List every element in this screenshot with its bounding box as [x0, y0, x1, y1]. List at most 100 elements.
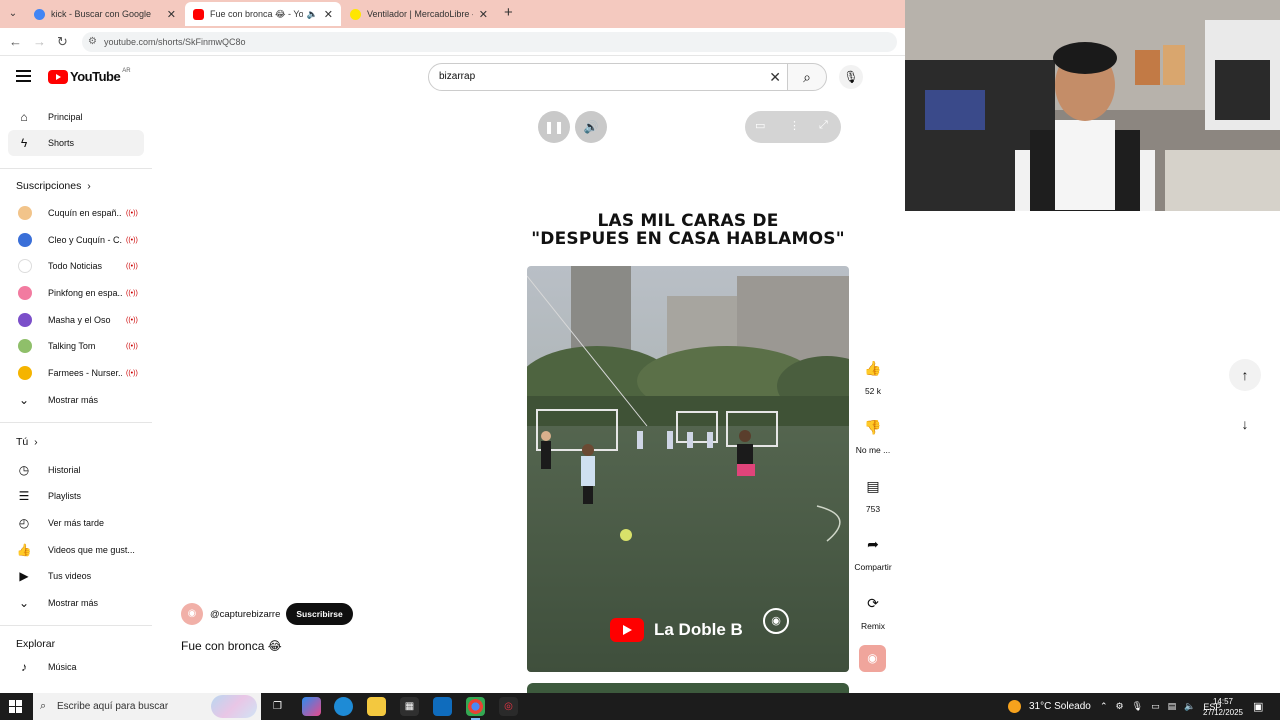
- subscription-item[interactable]: Talking Tom ((•)): [8, 333, 144, 359]
- subscription-label: Cleo y Cuquín - C...: [48, 235, 122, 245]
- store-icon[interactable]: ▦: [400, 697, 419, 716]
- tray-app-icon[interactable]: ⚙: [1116, 701, 1124, 712]
- edge-icon[interactable]: [334, 697, 353, 716]
- sidebar-item-your-videos[interactable]: ▶ Tus videos: [8, 563, 144, 589]
- next-short-button[interactable]: ↓: [1229, 408, 1261, 440]
- sidebar-item-liked[interactable]: 👍 Videos que me gust...: [8, 537, 144, 563]
- tab-title: Ventilador | MercadoLibre 😂: [367, 8, 473, 19]
- back-icon[interactable]: ←: [9, 34, 22, 49]
- copilot-icon[interactable]: [302, 697, 321, 716]
- url-text: youtube.com/shorts/SkFinmwQC8o: [104, 37, 246, 47]
- subscription-item[interactable]: Cleo y Cuquín - C... ((•)): [8, 227, 144, 253]
- dislike-action[interactable]: 👎 No me ...: [851, 413, 895, 455]
- subscription-item[interactable]: Cuquín en españ... ((•)): [8, 200, 144, 226]
- chrome-icon[interactable]: [466, 697, 485, 720]
- volume-icon[interactable]: 🔈: [1184, 701, 1195, 712]
- mail-icon[interactable]: [433, 697, 452, 716]
- comment-count: 753: [865, 504, 881, 514]
- search-button[interactable]: ⌕: [787, 63, 827, 91]
- share-icon: ➦: [867, 536, 879, 552]
- microphone-icon[interactable]: 🎙: [1132, 701, 1143, 712]
- channel-avatar[interactable]: ◉: [181, 603, 203, 625]
- sidebar-item-watch-later[interactable]: ◴ Ver más tarde: [8, 510, 144, 536]
- tab-title: Fue con bronca 😂 - YouTu: [210, 8, 303, 19]
- subscribe-button[interactable]: Suscribirse: [286, 603, 353, 625]
- liked-icon: 👍: [16, 543, 32, 557]
- tray-chevron-up-icon[interactable]: ⌃: [1100, 701, 1108, 712]
- you-show-more[interactable]: ⌄ Mostrar más: [8, 590, 144, 616]
- channel-handle[interactable]: @capturebizarre: [210, 609, 280, 620]
- previous-short-button[interactable]: ↑: [1229, 359, 1261, 391]
- search-input[interactable]: bizarrap ✕: [428, 63, 788, 91]
- live-icon: ((•)): [126, 262, 138, 270]
- sun-icon: [1008, 700, 1021, 713]
- volume-button[interactable]: 🔊: [575, 111, 607, 143]
- captions-icon[interactable]: ▭: [755, 119, 765, 132]
- subscription-item[interactable]: Farmees - Nurser... ((•)): [8, 360, 144, 386]
- channel-thumbnail[interactable]: ◉: [859, 645, 886, 672]
- sidebar-item-music[interactable]: ♪ Música: [8, 654, 144, 680]
- taskbar-search[interactable]: ⌕ Escribe aquí para buscar: [33, 693, 261, 720]
- share-action[interactable]: ➦ Compartir: [851, 530, 895, 572]
- close-tab-icon[interactable]: ✕: [479, 8, 488, 21]
- sidebar-item-label: Shorts: [48, 138, 75, 148]
- forward-icon[interactable]: →: [33, 34, 46, 49]
- youtube-play-icon: [610, 618, 644, 642]
- sidebar-item-shorts[interactable]: ϟ Shorts: [8, 130, 144, 156]
- arrow-up-icon: ↑: [1241, 367, 1249, 383]
- tab-search-menu[interactable]: ⌄: [4, 5, 22, 23]
- dislike-label: No me ...: [855, 445, 891, 455]
- notifications-icon[interactable]: ▣: [1253, 700, 1263, 713]
- short-video[interactable]: La Doble B ◉: [527, 266, 849, 672]
- tab-title: kick - Buscar con Google: [51, 9, 152, 19]
- fullscreen-icon[interactable]: ⤢: [819, 119, 828, 132]
- windows-taskbar: ⌕ Escribe aquí para buscar ❐ ▦ ◎ 31°C So…: [0, 693, 1280, 720]
- you-heading[interactable]: Tú ›: [16, 436, 38, 448]
- subscriptions-heading[interactable]: Suscripciones ›: [16, 180, 91, 192]
- youtube-logo[interactable]: YouTube AR: [48, 68, 131, 84]
- sidebar-item-historial[interactable]: ◷ Historial: [8, 457, 144, 483]
- short-caption: Fue con bronca 😂: [181, 639, 282, 653]
- clear-search-icon[interactable]: ✕: [769, 64, 781, 90]
- site-info-icon[interactable]: ⚙: [88, 32, 97, 52]
- sidebar-item-label: Videos que me gust...: [48, 545, 135, 555]
- video-frame: [527, 266, 849, 672]
- windows-start-icon[interactable]: [9, 700, 22, 713]
- network-icon[interactable]: ▤: [1168, 701, 1177, 712]
- home-icon: ⌂: [20, 110, 28, 124]
- reload-icon[interactable]: ↻: [57, 34, 68, 50]
- browser-tab-mercadolibre[interactable]: Ventilador | MercadoLibre 😂 ✕: [342, 2, 496, 26]
- like-action[interactable]: 👍 52 k: [851, 354, 895, 396]
- task-view-icon[interactable]: ❐: [268, 697, 287, 716]
- browser-tab-youtube[interactable]: Fue con bronca 😂 - YouTu 🔈 ✕: [185, 2, 341, 26]
- close-tab-icon[interactable]: ✕: [167, 8, 176, 21]
- weather-text: Soleado: [1054, 701, 1091, 712]
- browser-tab-google[interactable]: kick - Buscar con Google ✕: [26, 2, 184, 26]
- taskbar-clock[interactable]: 14:57 27/12/2025: [1200, 696, 1246, 718]
- comments-action[interactable]: ▤ 753: [851, 472, 895, 514]
- clock-time: 14:57: [1212, 697, 1234, 706]
- new-tab-button[interactable]: +: [504, 4, 513, 21]
- subscription-item[interactable]: Todo Noticias ((•)): [8, 253, 144, 279]
- battery-icon[interactable]: ▭: [1151, 701, 1160, 712]
- speaker-icon[interactable]: 🔈: [307, 9, 318, 20]
- taskbar-weather[interactable]: 31°C Soleado: [1008, 693, 1091, 720]
- url-field[interactable]: ⚙ youtube.com/shorts/SkFinmwQC8o: [82, 32, 897, 52]
- menu-icon[interactable]: [16, 70, 31, 85]
- pause-button[interactable]: ❚❚: [538, 111, 570, 143]
- obs-icon[interactable]: ◎: [499, 697, 518, 716]
- sidebar-item-playlists[interactable]: ☰ Playlists: [8, 483, 144, 509]
- subscriptions-show-more[interactable]: ⌄ Mostrar más: [8, 387, 144, 413]
- youtube-play-icon: [48, 69, 68, 84]
- sidebar-item-principal[interactable]: ⌂ Principal: [8, 104, 144, 130]
- more-options-icon[interactable]: ⋮: [789, 119, 800, 132]
- show-more-label: Mostrar más: [48, 395, 99, 405]
- subscription-item[interactable]: Masha y el Oso ((•)): [8, 307, 144, 333]
- close-tab-icon[interactable]: ✕: [324, 8, 333, 21]
- voice-search-button[interactable]: 🎙: [839, 65, 863, 89]
- remix-action[interactable]: ⟳ Remix: [851, 589, 895, 631]
- file-explorer-icon[interactable]: [367, 697, 386, 716]
- subscription-item[interactable]: Pinkfong en espa... ((•)): [8, 280, 144, 306]
- youtube-favicon-icon: [193, 8, 204, 20]
- chevron-down-icon: ⌄: [18, 393, 30, 407]
